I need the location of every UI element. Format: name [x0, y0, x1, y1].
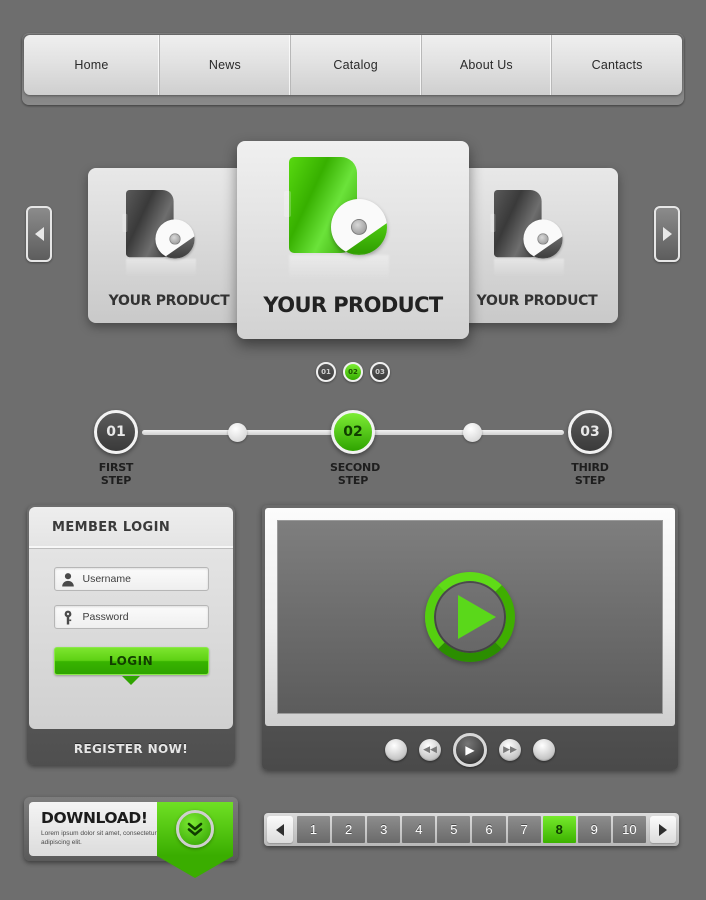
register-now-link[interactable]: REGISTER NOW! — [27, 731, 235, 765]
step-2[interactable]: 02 SECOND STEP — [330, 410, 380, 487]
download-subtitle: Lorem ipsum dolor sit amet, consectetur … — [41, 830, 157, 846]
pagination-page-6[interactable]: 6 — [472, 816, 506, 843]
left-arrow-icon — [34, 227, 44, 241]
step-label: FIRST STEP — [98, 461, 134, 487]
carousel-dot-2[interactable]: 02 — [343, 362, 363, 382]
double-chevron-down-icon[interactable] — [176, 810, 214, 848]
player-bezel — [265, 508, 675, 726]
nav-item-catalog[interactable]: Catalog — [291, 35, 422, 95]
slide-label: YOUR PRODUCT — [476, 293, 598, 309]
product-disc-icon — [155, 219, 195, 259]
nav-item-cantacts[interactable]: Cantacts — [552, 35, 682, 95]
nav-bar: Home News Catalog About Us Cantacts — [24, 35, 682, 95]
nav-item-about-us[interactable]: About Us — [422, 35, 553, 95]
step-mini-dot-1[interactable] — [228, 423, 247, 442]
carousel-dot-3[interactable]: 03 — [370, 362, 390, 382]
pagination-page-4[interactable]: 4 — [402, 816, 436, 843]
player-controls: ◀◀ ▶ ▶▶ — [262, 729, 678, 770]
username-placeholder: Username — [82, 573, 131, 585]
pagination-page-7[interactable]: 7 — [507, 816, 541, 843]
pagination-page-8[interactable]: 8 — [542, 816, 576, 843]
nav-item-label: Home — [74, 58, 109, 72]
carousel-next-button[interactable] — [654, 206, 680, 262]
step-mini-dot-2[interactable] — [463, 423, 482, 442]
step-circle: 03 — [568, 410, 612, 454]
download-badge[interactable] — [157, 802, 233, 878]
rewind-button[interactable]: ◀◀ — [419, 738, 441, 761]
left-arrow-icon — [276, 823, 284, 836]
step-3[interactable]: 03 THIRD STEP — [567, 410, 613, 487]
product-carousel: YOUR PRODUCT YOUR PRODUCT YOUR PRODUCT — [0, 138, 706, 339]
nav-item-home[interactable]: Home — [24, 35, 160, 95]
step-circle: 01 — [94, 410, 138, 454]
reflection — [126, 258, 196, 277]
pagination-page-10[interactable]: 10 — [612, 816, 646, 843]
step-progress: 01 FIRST STEP 02 SECOND STEP 03 THIRD ST… — [0, 405, 706, 487]
step-1[interactable]: 01 FIRST STEP — [93, 410, 139, 487]
download-text: DOWNLOAD! Lorem ipsum dolor sit amet, co… — [29, 802, 159, 847]
login-button[interactable]: LOGIN — [53, 647, 209, 685]
stop-button[interactable] — [385, 738, 407, 761]
pagination-page-2[interactable]: 2 — [332, 816, 366, 843]
login-panel-title: MEMBER LOGIN — [29, 507, 233, 549]
slide-label: YOUR PRODUCT — [263, 293, 443, 317]
pagination: 1 2 3 4 5 6 7 8 9 10 — [264, 813, 679, 846]
main-navigation: Home News Catalog About Us Cantacts — [22, 33, 684, 105]
eject-button[interactable] — [533, 738, 555, 761]
pagination-prev-button[interactable] — [267, 816, 293, 843]
nav-item-news[interactable]: News — [160, 35, 291, 95]
user-icon — [61, 572, 75, 587]
reflection — [289, 255, 389, 281]
carousel-slide-left[interactable]: YOUR PRODUCT — [88, 168, 250, 323]
play-button[interactable]: ▶ — [453, 732, 487, 767]
carousel-prev-button[interactable] — [26, 206, 52, 262]
nav-item-label: Catalog — [333, 58, 378, 72]
password-placeholder: Password — [82, 611, 129, 623]
carousel-slide-right[interactable]: YOUR PRODUCT — [456, 168, 618, 323]
slide-label: YOUR PRODUCT — [108, 293, 230, 309]
pagination-page-9[interactable]: 9 — [577, 816, 611, 843]
right-arrow-icon — [659, 823, 667, 836]
download-banner[interactable]: DOWNLOAD! Lorem ipsum dolor sit amet, co… — [24, 797, 238, 878]
step-circle: 02 — [331, 410, 375, 454]
login-form: MEMBER LOGIN Username Password LOGIN — [29, 507, 233, 729]
video-player: ◀◀ ▶ ▶▶ — [262, 505, 678, 770]
download-inner: DOWNLOAD! Lorem ipsum dolor sit amet, co… — [29, 802, 233, 878]
play-icon[interactable] — [425, 572, 515, 662]
pagination-numbers: 1 2 3 4 5 6 7 8 9 10 — [297, 816, 646, 843]
nav-item-label: Cantacts — [591, 58, 643, 72]
product-disc-icon — [331, 199, 387, 255]
carousel-pagination-dots: 01 02 03 — [0, 362, 706, 382]
member-login-panel: MEMBER LOGIN Username Password LOGIN REG… — [27, 505, 235, 765]
nav-item-label: News — [208, 58, 241, 72]
nav-item-label: About Us — [459, 58, 513, 72]
reflection — [494, 258, 564, 277]
pagination-page-3[interactable]: 3 — [367, 816, 401, 843]
product-disc-icon — [523, 219, 563, 259]
pagination-page-5[interactable]: 5 — [437, 816, 471, 843]
key-icon — [61, 610, 75, 625]
username-input[interactable]: Username — [53, 567, 209, 591]
download-title: DOWNLOAD! — [41, 809, 148, 827]
player-screen[interactable] — [277, 520, 663, 714]
pagination-page-1[interactable]: 1 — [297, 816, 331, 843]
password-input[interactable]: Password — [53, 605, 209, 629]
step-label: THIRD STEP — [571, 461, 609, 487]
right-arrow-icon — [662, 227, 672, 241]
carousel-slide-active[interactable]: YOUR PRODUCT — [237, 141, 469, 339]
pagination-next-button[interactable] — [650, 816, 676, 843]
forward-button[interactable]: ▶▶ — [499, 738, 521, 761]
carousel-dot-1[interactable]: 01 — [316, 362, 336, 382]
step-label: SECOND STEP — [330, 461, 380, 487]
